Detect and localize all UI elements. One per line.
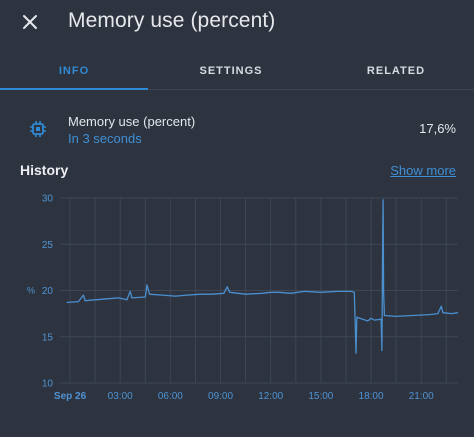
entity-name: Memory use (percent) (68, 114, 196, 129)
entity-row[interactable]: Memory use (percent) In 3 seconds 17,6% (0, 104, 474, 154)
tab-settings[interactable]: SETTINGS (156, 52, 306, 90)
x-tick-label: 15:00 (308, 391, 333, 402)
y-tick-label: 10 (42, 379, 54, 390)
dialog-header: Memory use (percent) (0, 0, 474, 44)
last-changed-time[interactable]: In 3 seconds (68, 131, 142, 146)
x-tick-label: 03:00 (108, 391, 133, 402)
x-tick-label: 06:00 (158, 391, 183, 402)
active-tab-indicator (0, 88, 148, 90)
x-tick-label: 21:00 (409, 391, 434, 402)
tab-related[interactable]: RELATED (318, 52, 474, 90)
history-title: History (20, 162, 69, 178)
tab-info[interactable]: INFO (0, 52, 148, 90)
y-tick-label: 15 (42, 332, 54, 343)
x-tick-label: Sep 26 (54, 391, 87, 402)
y-tick-label: 25 (42, 240, 54, 251)
x-tick-label: 12:00 (258, 391, 283, 402)
x-tick-label: 09:00 (208, 391, 233, 402)
chip-icon (30, 121, 46, 137)
y-axis-label: % (27, 286, 35, 296)
close-button[interactable] (16, 8, 44, 36)
close-icon (23, 15, 37, 29)
dialog-title: Memory use (percent) (68, 9, 276, 32)
history-chart[interactable]: 10 15 20 25 30 Sep 26 03:00 06:00 09:00 12:00 15:… (0, 188, 474, 410)
y-tick-label: 20 (42, 286, 54, 297)
entity-value: 17,6% (419, 121, 456, 136)
y-tick-label: 30 (42, 194, 54, 205)
tab-bar: INFO SETTINGS RELATED (0, 52, 474, 90)
x-tick-label: 18:00 (359, 391, 384, 402)
memory-series-line[interactable] (66, 199, 459, 355)
show-more-link[interactable]: Show more (390, 163, 456, 178)
